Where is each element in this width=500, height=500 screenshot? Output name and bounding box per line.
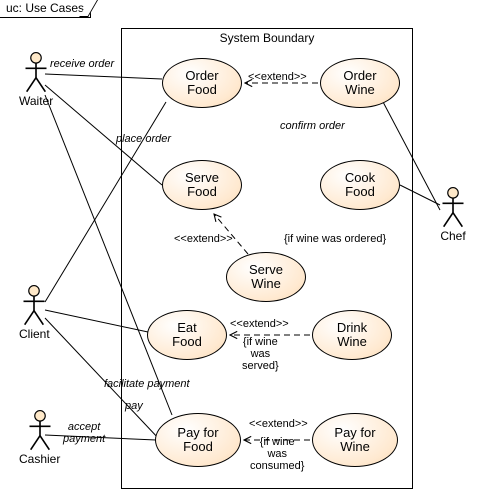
label-pay: pay xyxy=(125,400,143,412)
label-ext3-guard: {if wine was served} xyxy=(242,336,279,372)
usecase-order-wine: Order Wine xyxy=(320,58,400,108)
frame-title: uc: Use Cases xyxy=(0,0,91,18)
usecase-pay-food: Pay for Food xyxy=(155,413,241,467)
usecase-order-food: Order Food xyxy=(162,58,242,108)
usecase-drink-wine: Drink Wine xyxy=(312,310,392,360)
label-ext4: <<extend>> xyxy=(249,418,308,430)
usecase-eat-food: Eat Food xyxy=(147,310,227,360)
label-place-order: place order xyxy=(116,133,171,145)
actor-label: Cashier xyxy=(19,452,60,466)
label-accept-payment: accept payment xyxy=(63,421,105,445)
label-receive-order: receive order xyxy=(50,58,114,70)
label-ext1: <<extend>> xyxy=(248,71,307,83)
actor-label: Chef xyxy=(440,229,466,243)
frame-title-text: uc: Use Cases xyxy=(6,1,84,15)
actor-waiter: Waiter xyxy=(19,52,53,108)
actor-client: Client xyxy=(19,285,50,341)
label-ext4-guard: {if wine was consumed} xyxy=(250,436,304,472)
label-ext2: <<extend>> xyxy=(174,233,233,245)
actor-chef: Chef xyxy=(440,187,466,243)
actor-cashier: Cashier xyxy=(19,410,60,466)
label-confirm-order: confirm order xyxy=(280,120,345,132)
label-ext3: <<extend>> xyxy=(230,318,289,330)
usecase-serve-food: Serve Food xyxy=(162,160,242,210)
diagram-canvas: uc: Use Cases System Boundary Waiter Chef… xyxy=(0,0,500,500)
actor-label: Client xyxy=(19,327,50,341)
usecase-serve-wine: Serve Wine xyxy=(226,252,306,302)
label-facilitate-payment: facilitate payment xyxy=(104,378,190,390)
system-boundary-title: System Boundary xyxy=(122,31,412,45)
usecase-pay-wine: Pay for Wine xyxy=(312,413,398,467)
usecase-cook-food: Cook Food xyxy=(320,160,400,210)
actor-label: Waiter xyxy=(19,94,53,108)
label-ext2-guard: {if wine was ordered} xyxy=(284,233,386,245)
